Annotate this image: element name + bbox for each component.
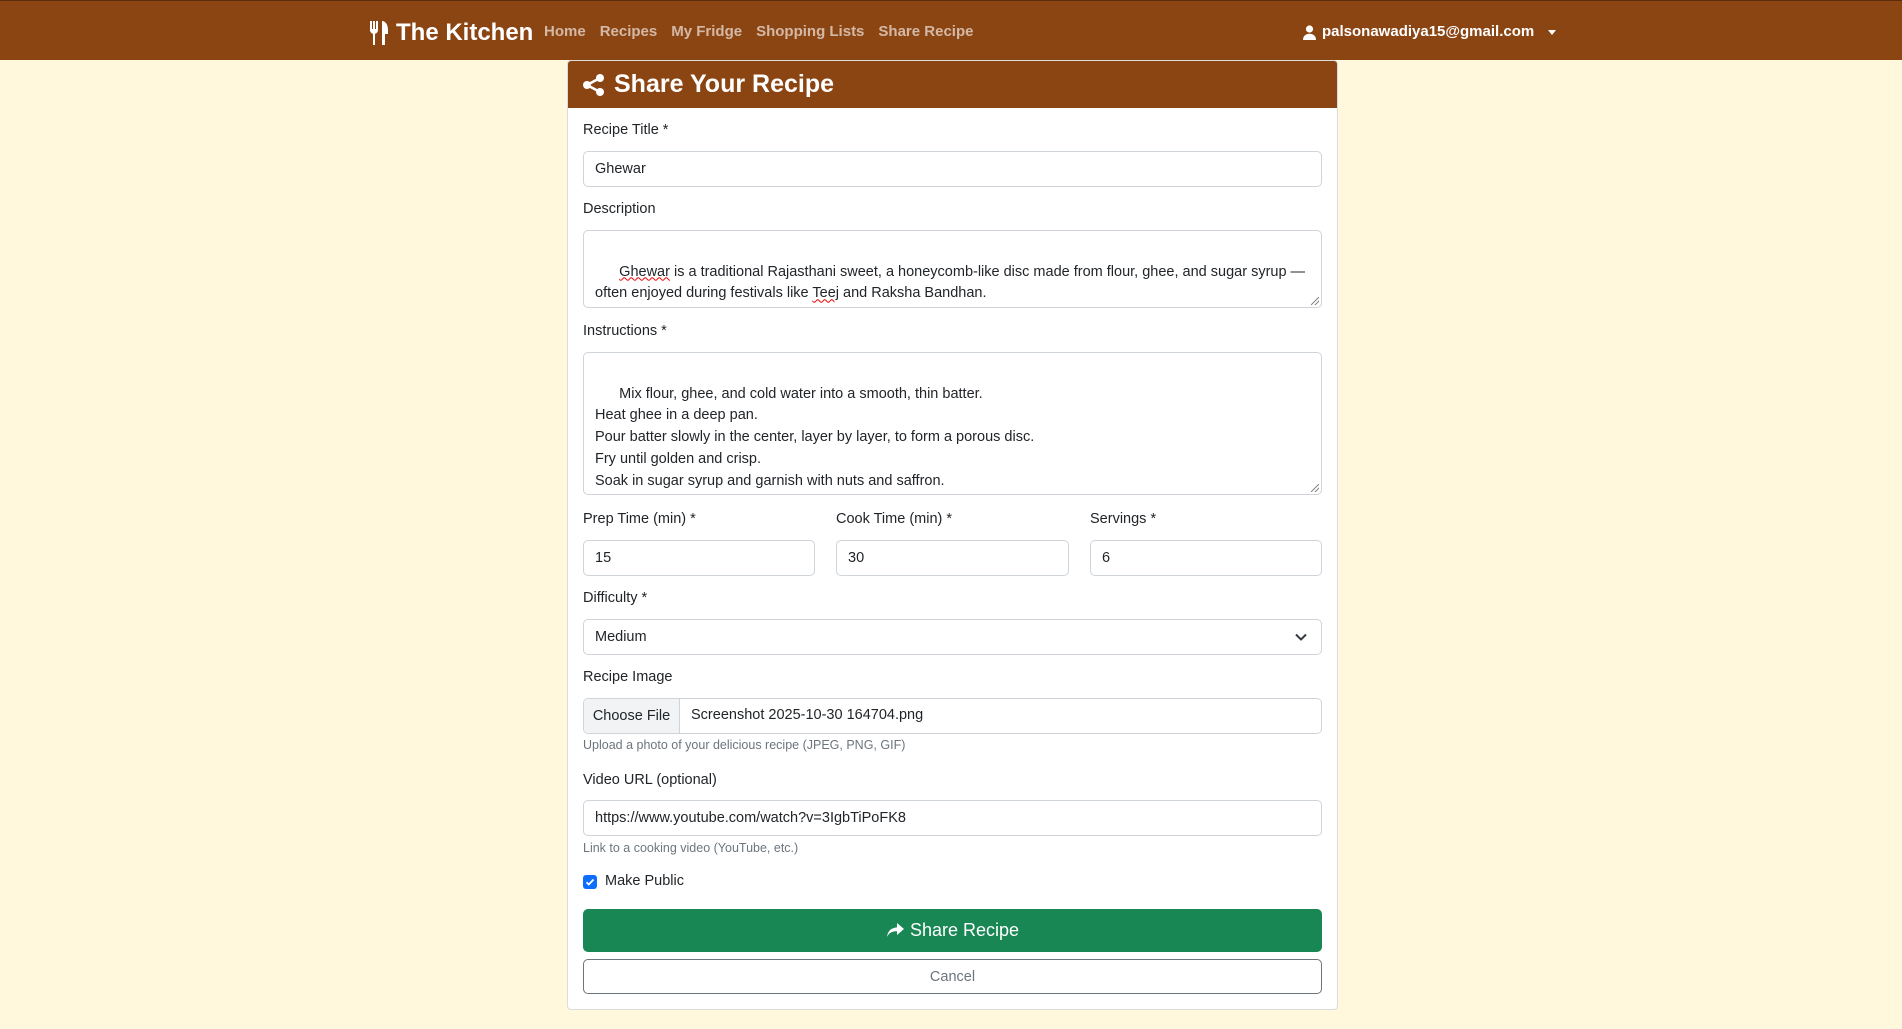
nav-recipes[interactable]: Recipes <box>593 22 665 42</box>
card-header: Share Your Recipe <box>568 61 1337 108</box>
title-value: Ghewar <box>595 161 646 177</box>
cook-time-label: Cook Time (min) * <box>836 511 953 527</box>
chevron-down-icon <box>1548 29 1557 35</box>
utensils-icon <box>370 21 388 45</box>
description-label: Description <box>583 201 656 217</box>
brand-link[interactable]: The Kitchen <box>368 18 533 48</box>
share-nodes-icon <box>583 73 604 96</box>
share-recipe-label: Share Recipe <box>909 920 1020 940</box>
user-dropdown[interactable]: palsonawadiya15@gmail.com <box>1303 22 1557 42</box>
title-label: Recipe Title * <box>583 122 669 138</box>
file-name: Screenshot 2025-10-30 164704.png <box>691 707 924 723</box>
instructions-value: Mix flour, ghee, and cold water into a s… <box>595 385 1035 489</box>
video-url-label: Video URL (optional) <box>583 772 717 788</box>
video-url-value: https://www.youtube.com/watch?v=3IgbTiPo… <box>595 810 906 826</box>
choose-file-button[interactable]: Choose File <box>584 699 680 733</box>
servings-value: 6 <box>1102 550 1111 566</box>
resize-handle[interactable] <box>1311 484 1319 492</box>
image-file-input[interactable]: Choose File Screenshot 2025-10-30 164704… <box>583 698 1322 734</box>
servings-label: Servings * <box>1090 511 1157 527</box>
user-icon <box>1303 24 1316 40</box>
cook-time-value: 30 <box>848 550 865 566</box>
instructions-textarea[interactable]: Mix flour, ghee, and cold water into a s… <box>583 352 1322 495</box>
prep-time-label: Prep Time (min) * <box>583 511 696 527</box>
share-recipe-card: Share Your Recipe Recipe Title * Ghewar … <box>567 60 1338 1010</box>
nav-share-recipe[interactable]: Share Recipe <box>871 22 980 42</box>
nav-shopping-lists[interactable]: Shopping Lists <box>749 22 871 42</box>
difficulty-value: Medium <box>595 629 647 645</box>
image-help-text: Upload a photo of your delicious recipe … <box>583 738 906 752</box>
navbar: The Kitchen Home Recipes My Fridge Shopp… <box>0 0 1902 60</box>
title-input[interactable]: Ghewar <box>583 151 1322 187</box>
difficulty-label: Difficulty * <box>583 590 648 606</box>
prep-time-input[interactable]: 15 <box>583 540 815 576</box>
nav-my-fridge[interactable]: My Fridge <box>664 22 749 42</box>
cancel-button[interactable]: Cancel <box>583 959 1322 994</box>
instructions-label: Instructions * <box>583 323 667 339</box>
description-value: Ghewar is a traditional Rajasthani sweet… <box>595 263 1310 302</box>
servings-input[interactable]: 6 <box>1090 540 1322 576</box>
video-url-input[interactable]: https://www.youtube.com/watch?v=3IgbTiPo… <box>583 800 1322 836</box>
description-textarea[interactable]: Ghewar is a traditional Rajasthani sweet… <box>583 230 1322 308</box>
make-public-checkbox[interactable] <box>583 875 597 889</box>
share-recipe-button[interactable]: Share Recipe <box>583 909 1322 952</box>
difficulty-select[interactable]: Medium <box>583 619 1322 655</box>
user-email: palsonawadiya15@gmail.com <box>1322 23 1535 40</box>
chevron-down-icon <box>1295 633 1307 641</box>
resize-handle[interactable] <box>1311 297 1319 305</box>
cook-time-input[interactable]: 30 <box>836 540 1069 576</box>
page-title: Share Your Recipe <box>614 70 834 98</box>
nav-links: Home Recipes My Fridge Shopping Lists Sh… <box>537 22 980 42</box>
prep-time-value: 15 <box>595 550 612 566</box>
image-label: Recipe Image <box>583 669 673 685</box>
make-public-label[interactable]: Make Public <box>605 873 684 889</box>
checkmark-icon <box>585 878 595 886</box>
brand-name: The Kitchen <box>396 19 534 46</box>
nav-home[interactable]: Home <box>537 22 593 42</box>
share-arrow-icon <box>886 923 904 937</box>
video-help-text: Link to a cooking video (YouTube, etc.) <box>583 841 799 855</box>
